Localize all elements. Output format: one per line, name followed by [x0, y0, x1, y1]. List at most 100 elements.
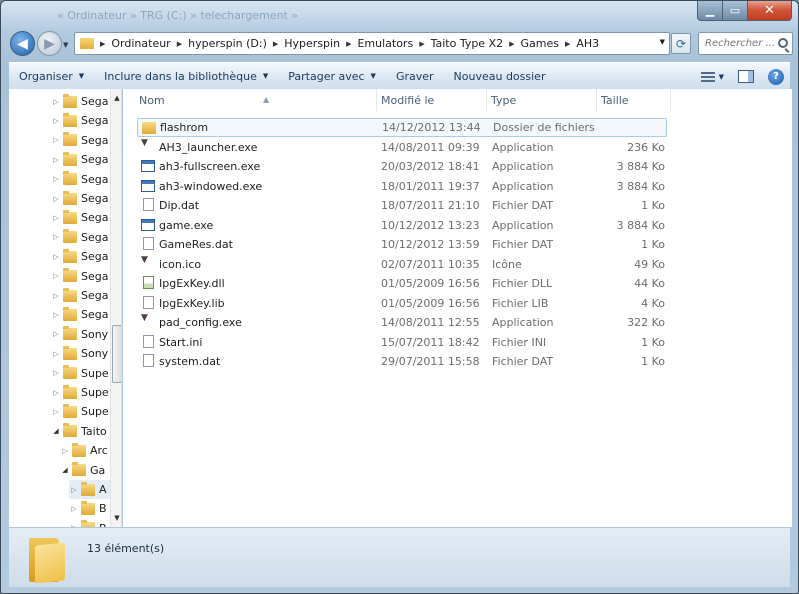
breadcrumb-item[interactable]: Taito Type X2	[431, 37, 504, 50]
expand-arrow-icon[interactable]: ▷	[51, 175, 61, 183]
column-header-size[interactable]: Taille	[597, 89, 671, 111]
nav-tree-item[interactable]: ▷ Supe	[51, 402, 109, 421]
expand-arrow-icon[interactable]: ▷	[51, 233, 61, 241]
nav-tree-item[interactable]: ▷ Arc	[60, 441, 108, 460]
scroll-thumb[interactable]	[112, 325, 121, 383]
scroll-down-icon[interactable]: ▼	[111, 511, 121, 525]
nav-tree-item[interactable]: ▷ Sega	[51, 111, 108, 130]
nav-tree-item[interactable]: ▷ Supe	[51, 383, 109, 402]
expand-arrow-icon[interactable]: ▷	[51, 311, 61, 319]
breadcrumb-item[interactable]: Hyperspin	[284, 37, 340, 50]
file-row[interactable]: ah3-windowed.exe 18/01/2011 19:37 Applicat…	[137, 177, 667, 196]
expand-arrow-icon[interactable]: ▷	[69, 486, 79, 494]
breadcrumb-separator-icon[interactable]: ▶	[273, 40, 278, 48]
breadcrumb-separator-icon[interactable]: ▶	[419, 40, 424, 48]
nav-tree-item[interactable]: ▷B	[69, 519, 107, 527]
file-row[interactable]: IpgExKey.lib 01/05/2009 16:56 Fichier LIB 4…	[137, 294, 667, 313]
address-dropdown-icon[interactable]: ▼	[660, 38, 665, 46]
nav-tree-item[interactable]: ▷ Supe	[51, 364, 109, 383]
expand-arrow-icon[interactable]: ▷	[51, 272, 61, 280]
breadcrumb-item[interactable]: Emulators	[357, 37, 413, 50]
file-row[interactable]: IpgExKey.dll 01/05/2009 16:56 Fichier DLL 4…	[137, 274, 667, 293]
nav-tree-item[interactable]: ▷ Sega	[51, 131, 108, 150]
file-row[interactable]: pad_config.exe 14/08/2011 12:55 Applicatio…	[137, 313, 667, 332]
nav-tree-item[interactable]: ◢ Ga	[60, 461, 105, 480]
file-row[interactable]: game.exe 10/12/2012 13:23 Application 3 884…	[137, 216, 667, 235]
nav-tree-item[interactable]: ▷ Sega	[51, 170, 108, 189]
expanded-arrow-icon[interactable]: ◢	[60, 466, 70, 474]
file-row[interactable]: system.dat 29/07/2011 15:58 Fichier DAT 1 K…	[137, 352, 667, 371]
forward-button[interactable]: ▶	[37, 31, 62, 56]
nav-tree-item[interactable]: ▷B	[69, 499, 107, 518]
minimize-button[interactable]: ▁	[697, 1, 723, 21]
expand-arrow-icon[interactable]: ▷	[51, 195, 61, 203]
search-box[interactable]	[698, 32, 793, 55]
breadcrumb-item[interactable]: Games	[521, 37, 559, 50]
file-row[interactable]: AH3_launcher.exe 14/08/2011 09:39 Applicat…	[137, 138, 667, 157]
nav-tree-item[interactable]: ▷ Sony	[51, 344, 108, 363]
refresh-button[interactable]: ⟳	[671, 33, 691, 54]
nav-tree-item[interactable]: ▷ Sega	[51, 150, 108, 169]
breadcrumb-separator-icon[interactable]: ▶	[565, 40, 570, 48]
preview-pane-icon[interactable]	[738, 70, 754, 83]
view-dropdown-icon[interactable]: ▼	[719, 73, 724, 81]
expand-arrow-icon[interactable]: ▷	[60, 447, 70, 455]
nav-tree-item[interactable]: ▷ Sega	[51, 305, 108, 324]
nav-tree-item[interactable]: ▷ Sega	[51, 286, 108, 305]
expand-arrow-icon[interactable]: ▷	[51, 408, 61, 416]
expand-arrow-icon[interactable]: ▷	[51, 350, 61, 358]
breadcrumb-separator-icon[interactable]: ▶	[177, 40, 182, 48]
organize-button[interactable]: Organiser ▼	[9, 64, 94, 88]
breadcrumb-separator-icon[interactable]: ▶	[100, 40, 105, 48]
expand-arrow-icon[interactable]: ▷	[51, 136, 61, 144]
scroll-up-icon[interactable]: ▲	[111, 91, 121, 105]
expand-arrow-icon[interactable]: ▷	[51, 369, 61, 377]
nav-tree-item[interactable]: ▷ Sega	[51, 189, 108, 208]
maximize-button[interactable]: ▭	[723, 1, 748, 21]
breadcrumb-item[interactable]: hyperspin (D:)	[188, 37, 267, 50]
expand-arrow-icon[interactable]: ▷	[51, 156, 61, 164]
title-bar[interactable]: « Ordinateur » TRG (C:) » telechargement…	[1, 1, 798, 29]
file-row[interactable]: ah3-fullscreen.exe 20/03/2012 18:41 Applic…	[137, 157, 667, 176]
nav-tree-item[interactable]: ▷ Sega	[51, 92, 108, 111]
nav-tree-item[interactable]: ▷ Sony	[51, 325, 108, 344]
recent-pages-dropdown-icon[interactable]: ▼	[63, 41, 68, 49]
expand-arrow-icon[interactable]: ▷	[51, 98, 61, 106]
expand-arrow-icon[interactable]: ▷	[51, 214, 61, 222]
column-header-type[interactable]: Type	[487, 89, 597, 111]
expand-arrow-icon[interactable]: ▷	[69, 505, 79, 513]
breadcrumb-item[interactable]: AH3	[576, 37, 599, 50]
address-bar[interactable]: ▶ Ordinateur ▶ hyperspin (D:) ▶ Hyperspin ▶ Emu…	[74, 32, 670, 55]
expanded-arrow-icon[interactable]: ◢	[51, 427, 61, 435]
close-button[interactable]: ✕	[748, 1, 792, 21]
new-folder-button[interactable]: Nouveau dossier	[444, 64, 556, 88]
nav-tree-item[interactable]: ◢ Taito	[51, 422, 107, 441]
view-details-icon[interactable]	[700, 71, 715, 82]
search-icon[interactable]	[778, 38, 788, 48]
burn-button[interactable]: Graver	[386, 64, 444, 88]
breadcrumb-separator-icon[interactable]: ▶	[346, 40, 351, 48]
expand-arrow-icon[interactable]: ▷	[51, 330, 61, 338]
file-row[interactable]: GameRes.dat 10/12/2012 13:59 Fichier DAT 1 …	[137, 235, 667, 254]
nav-tree-item[interactable]: ▷ Sega	[51, 267, 108, 286]
breadcrumb-separator-icon[interactable]: ▶	[509, 40, 514, 48]
help-icon[interactable]: ?	[768, 68, 784, 85]
search-input[interactable]	[705, 34, 777, 53]
file-row[interactable]: Start.ini 15/07/2011 18:42 Fichier INI 1 Ko	[137, 333, 667, 352]
expand-arrow-icon[interactable]: ▷	[51, 117, 61, 125]
file-row[interactable]: icon.ico 02/07/2011 10:35 Icône 49 Ko	[137, 255, 667, 274]
nav-tree-item[interactable]: ▷ Sega	[51, 247, 108, 266]
column-header-name[interactable]: Nom ▲	[135, 89, 377, 111]
nav-tree-item[interactable]: ▷ Sega	[51, 228, 108, 247]
expand-arrow-icon[interactable]: ▷	[51, 292, 61, 300]
share-with-button[interactable]: Partager avec ▼	[278, 64, 386, 88]
file-row[interactable]: flashrom 14/12/2012 13:44 Dossier de fichi…	[137, 118, 667, 137]
file-row[interactable]: Dip.dat 18/07/2011 21:10 Fichier DAT 1 Ko	[137, 196, 667, 215]
nav-tree-item[interactable]: ▷ Sega	[51, 208, 108, 227]
include-library-button[interactable]: Inclure dans la bibliothèque ▼	[94, 64, 278, 88]
column-header-modified[interactable]: Modifié le	[377, 89, 487, 111]
nav-scrollbar[interactable]: ▲ ▼	[110, 89, 121, 527]
expand-arrow-icon[interactable]: ▷	[51, 389, 61, 397]
expand-arrow-icon[interactable]: ▷	[51, 253, 61, 261]
breadcrumb-item[interactable]: Ordinateur	[111, 37, 170, 50]
